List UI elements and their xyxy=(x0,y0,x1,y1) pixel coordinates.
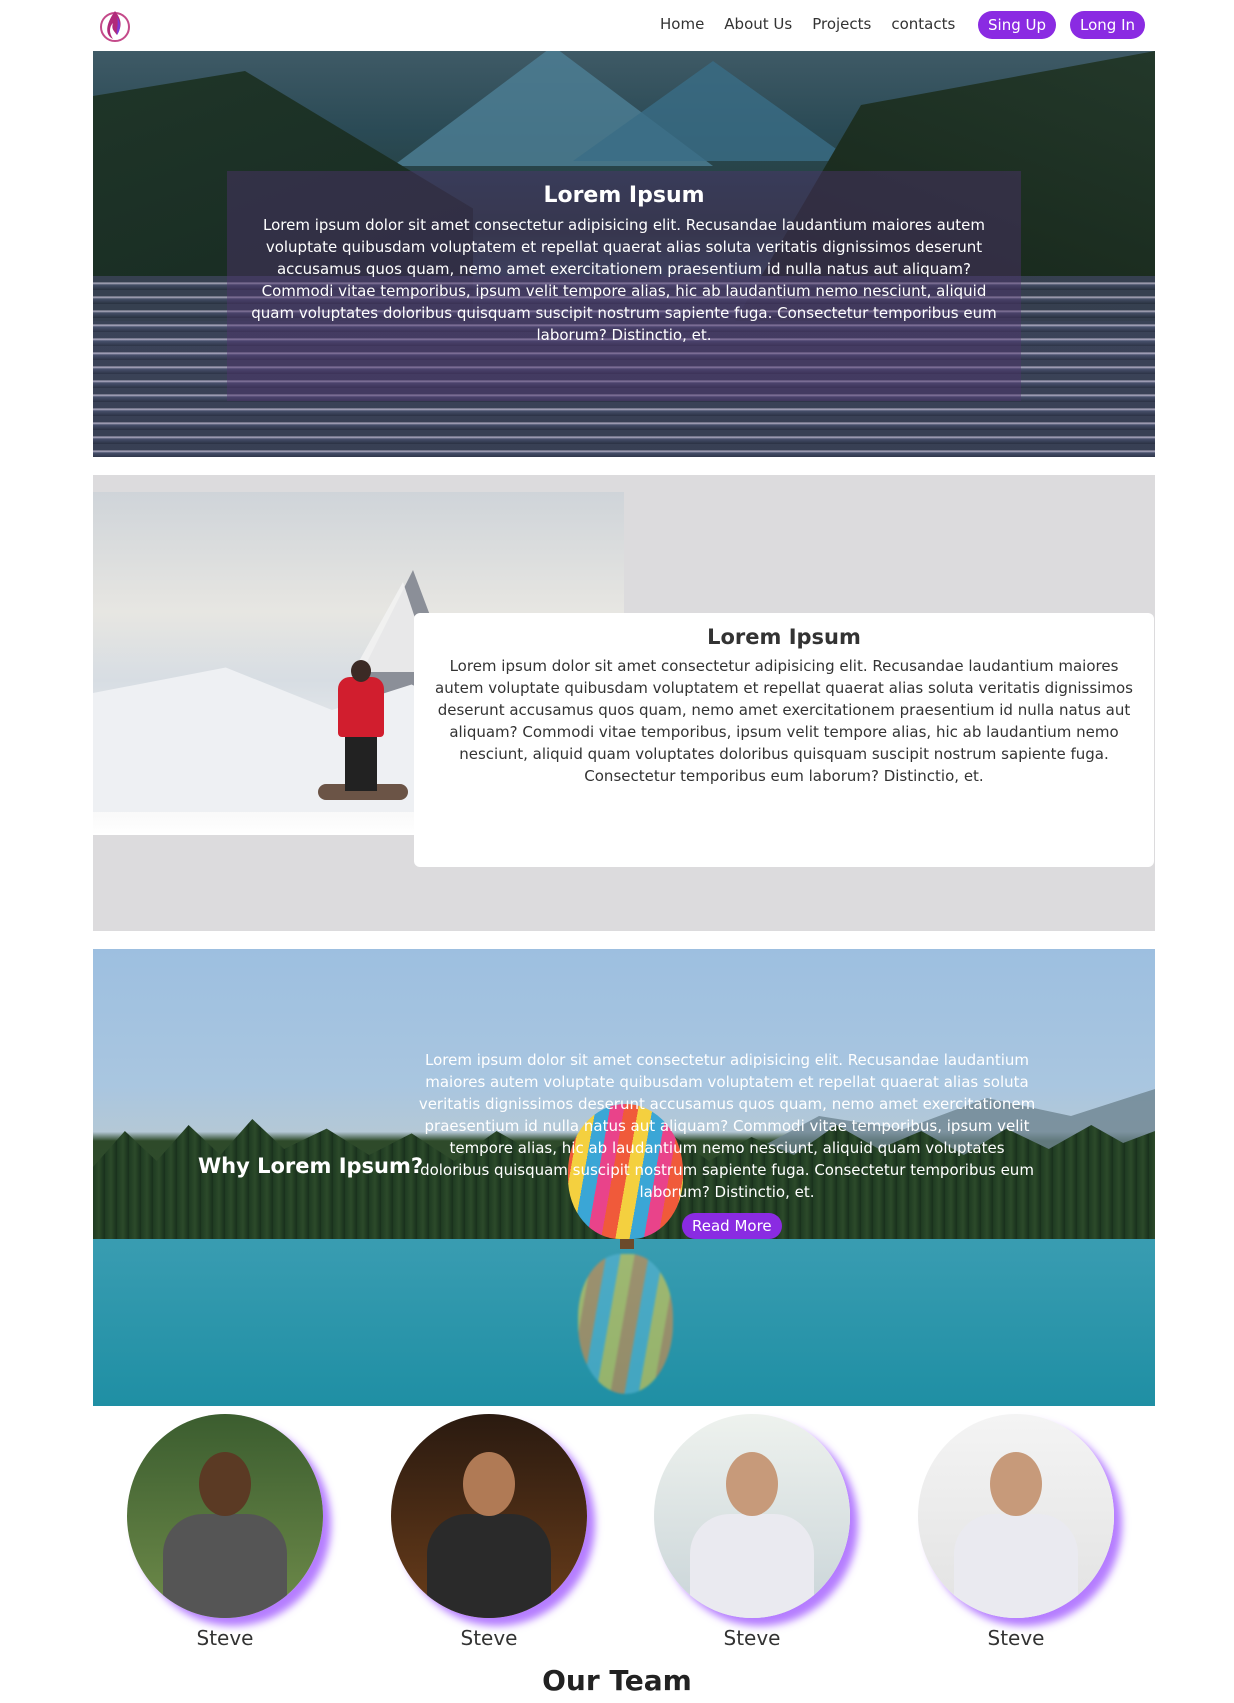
team-member: Steve xyxy=(916,1414,1116,1650)
member-name: Steve xyxy=(987,1626,1045,1650)
suit-light xyxy=(954,1514,1078,1618)
why-section: Why Lorem Ipsum? Lorem ipsum dolor sit a… xyxy=(93,949,1155,1406)
face xyxy=(990,1452,1042,1516)
nav-link-home[interactable]: Home xyxy=(660,12,704,36)
member-name: Steve xyxy=(196,1626,254,1650)
nav-link-contacts[interactable]: contacts xyxy=(891,12,955,36)
team-member: Steve xyxy=(389,1414,589,1650)
suit-dark xyxy=(427,1514,551,1618)
person-body xyxy=(338,677,384,737)
team-section: Steve Steve Steve Steve Our Team xyxy=(0,1414,1234,1703)
suit-light xyxy=(690,1514,814,1618)
nav-link-projects[interactable]: Projects xyxy=(812,12,871,36)
nav-links: Home About Us Projects contacts xyxy=(660,12,955,36)
team-member: Steve xyxy=(652,1414,852,1650)
hero-mountain-bg-2 xyxy=(573,61,853,161)
why-title: Why Lorem Ipsum? xyxy=(198,1154,424,1178)
member-name: Steve xyxy=(460,1626,518,1650)
team-title: Our Team xyxy=(542,1664,692,1697)
basket xyxy=(620,1239,634,1249)
about-paragraph: Lorem ipsum dolor sit amet consectetur a… xyxy=(435,657,1133,785)
member-name: Steve xyxy=(723,1626,781,1650)
about-card: Lorem Ipsum Lorem ipsum dolor sit amet c… xyxy=(414,613,1154,867)
balloon-ref xyxy=(578,1254,673,1394)
hero-paragraph: Lorem ipsum dolor sit amet consectetur a… xyxy=(251,216,997,344)
hero-text-box: Lorem Ipsum Lorem ipsum dolor sit amet c… xyxy=(227,171,1021,401)
suit xyxy=(163,1514,287,1618)
avatar[interactable] xyxy=(127,1414,323,1618)
about-title: Lorem Ipsum xyxy=(707,625,861,649)
signup-button[interactable]: Sing Up xyxy=(978,11,1056,39)
read-more-button[interactable]: Read More xyxy=(682,1213,782,1239)
hero-banner: Lorem Ipsum Lorem ipsum dolor sit amet c… xyxy=(93,51,1155,457)
avatar[interactable] xyxy=(391,1414,587,1618)
about-section: Lorem Ipsum Lorem ipsum dolor sit amet c… xyxy=(93,475,1155,931)
nav-link-about[interactable]: About Us xyxy=(724,12,792,36)
face xyxy=(199,1452,251,1516)
person-legs xyxy=(345,736,377,791)
top-navbar: Home About Us Projects contacts Sing Up … xyxy=(0,0,1234,50)
face xyxy=(726,1452,778,1516)
why-paragraph: Lorem ipsum dolor sit amet consectetur a… xyxy=(418,1051,1036,1201)
avatar[interactable] xyxy=(918,1414,1114,1618)
person-head xyxy=(351,660,371,682)
avatar[interactable] xyxy=(654,1414,850,1618)
team-member: Steve xyxy=(125,1414,325,1650)
flame-logo-icon[interactable] xyxy=(95,5,135,45)
hero-title: Lorem Ipsum xyxy=(543,183,705,208)
login-button[interactable]: Long In xyxy=(1070,11,1145,39)
face-tan xyxy=(463,1452,515,1516)
